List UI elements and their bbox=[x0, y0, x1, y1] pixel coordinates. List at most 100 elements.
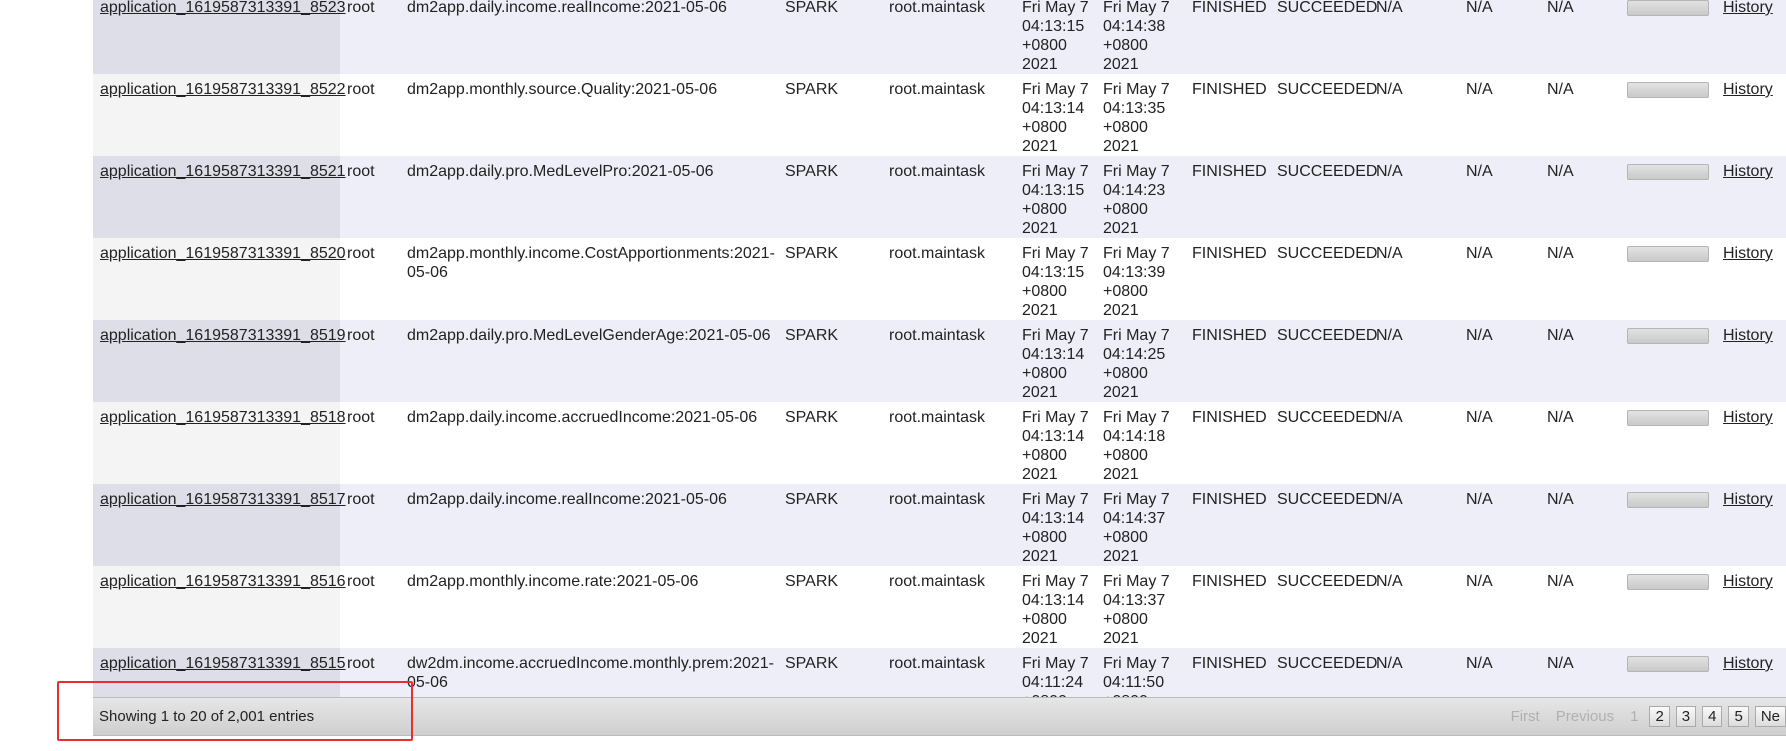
progress-bar bbox=[1627, 164, 1709, 180]
tracking-cell: History bbox=[1716, 484, 1786, 566]
na-cell: N/A bbox=[1459, 74, 1540, 156]
history-link[interactable]: History bbox=[1723, 655, 1773, 672]
progress-cell bbox=[1620, 320, 1716, 402]
time-line: 2021 bbox=[1022, 302, 1058, 319]
app-id-link[interactable]: application_1619587313391_8515 bbox=[100, 655, 346, 672]
user-cell: root bbox=[340, 0, 400, 74]
finish-time-cell: Fri May 7 04:13:39 +0800 2021 bbox=[1096, 238, 1185, 320]
state-cell: FINISHED bbox=[1185, 566, 1270, 648]
history-link[interactable]: History bbox=[1723, 81, 1773, 98]
na-cell: N/A bbox=[1369, 74, 1459, 156]
user-cell: root bbox=[340, 566, 400, 648]
time-line: 04:13:14 bbox=[1022, 100, 1085, 117]
app-type-cell: SPARK bbox=[778, 0, 882, 74]
history-link[interactable]: History bbox=[1723, 327, 1773, 344]
history-link[interactable]: History bbox=[1723, 163, 1773, 180]
history-link[interactable]: History bbox=[1723, 409, 1773, 426]
pager-page-4[interactable]: 4 bbox=[1702, 706, 1723, 727]
app-id-link[interactable]: application_1619587313391_8517 bbox=[100, 491, 346, 508]
time-line: 04:14:38 bbox=[1103, 18, 1166, 35]
pager-page-3[interactable]: 3 bbox=[1675, 706, 1697, 727]
progress-bar bbox=[1627, 328, 1709, 344]
user-cell: root bbox=[340, 238, 400, 320]
time-line: Fri May 7 bbox=[1103, 573, 1170, 590]
annotation-highlight-box bbox=[57, 681, 413, 741]
history-link[interactable]: History bbox=[1723, 245, 1773, 262]
history-link[interactable]: History bbox=[1723, 491, 1773, 508]
progress-cell bbox=[1620, 484, 1716, 566]
progress-cell bbox=[1620, 74, 1716, 156]
progress-bar bbox=[1627, 656, 1709, 672]
time-line: +0800 bbox=[1022, 37, 1067, 54]
time-line: 04:13:15 bbox=[1022, 182, 1085, 199]
table-row: application_1619587313391_8516 root dm2app… bbox=[93, 566, 1786, 648]
app-name-cell: dm2app.daily.income.realIncome:2021-05-0… bbox=[400, 0, 778, 74]
na-cell: N/A bbox=[1540, 484, 1620, 566]
start-time-cell: Fri May 7 04:13:15 +0800 2021 bbox=[1015, 238, 1096, 320]
final-status-cell: SUCCEEDED bbox=[1270, 74, 1377, 156]
state-cell: FINISHED bbox=[1185, 320, 1270, 402]
time-line: Fri May 7 bbox=[1103, 491, 1170, 508]
na-cell: N/A bbox=[1369, 0, 1459, 74]
app-id-link[interactable]: application_1619587313391_8522 bbox=[100, 81, 346, 98]
final-status-cell: SUCCEEDED bbox=[1270, 566, 1377, 648]
history-link[interactable]: History bbox=[1723, 0, 1773, 16]
app-type-cell: SPARK bbox=[778, 156, 882, 238]
tracking-cell: History bbox=[1716, 0, 1786, 74]
app-id-cell: application_1619587313391_8516 bbox=[93, 566, 346, 648]
pager-next-button[interactable]: Ne bbox=[1754, 706, 1786, 727]
na-cell: N/A bbox=[1540, 402, 1620, 484]
app-id-link[interactable]: application_1619587313391_8518 bbox=[100, 409, 346, 426]
time-line: Fri May 7 bbox=[1022, 409, 1089, 426]
pagination: First Previous 1 2 3 4 5 Ne bbox=[1506, 706, 1786, 727]
app-type-cell: SPARK bbox=[778, 238, 882, 320]
time-line: Fri May 7 bbox=[1103, 81, 1170, 98]
table-row: application_1619587313391_8521 root dm2app… bbox=[93, 156, 1786, 238]
time-line: 04:13:35 bbox=[1103, 100, 1166, 117]
history-link[interactable]: History bbox=[1723, 573, 1773, 590]
pager-page-5[interactable]: 5 bbox=[1728, 706, 1749, 727]
start-time-cell: Fri May 7 04:13:14 +0800 2021 bbox=[1015, 74, 1096, 156]
time-line: +0800 bbox=[1103, 283, 1148, 300]
time-line: Fri May 7 bbox=[1022, 573, 1089, 590]
time-line: +0800 bbox=[1022, 611, 1067, 628]
progress-bar bbox=[1627, 246, 1709, 262]
progress-bar bbox=[1627, 492, 1709, 508]
app-id-link[interactable]: application_1619587313391_8523 bbox=[100, 0, 346, 16]
pager-page-2[interactable]: 2 bbox=[1649, 706, 1670, 727]
final-status-cell: SUCCEEDED bbox=[1270, 238, 1377, 320]
pager-page-1[interactable]: 1 bbox=[1625, 707, 1643, 726]
table-row: application_1619587313391_8518 root dm2app… bbox=[93, 402, 1786, 484]
finish-time-cell: Fri May 7 04:14:37 +0800 2021 bbox=[1096, 484, 1185, 566]
na-cell: N/A bbox=[1540, 320, 1620, 402]
progress-cell bbox=[1620, 0, 1716, 74]
app-type-cell: SPARK bbox=[778, 566, 882, 648]
time-line: +0800 bbox=[1022, 283, 1067, 300]
pager-previous-button[interactable]: Previous bbox=[1551, 707, 1619, 726]
time-line: 04:14:23 bbox=[1103, 182, 1166, 199]
table-row: application_1619587313391_8522 root dm2app… bbox=[93, 74, 1786, 156]
time-line: 2021 bbox=[1022, 220, 1058, 237]
final-status-cell: SUCCEEDED bbox=[1270, 402, 1377, 484]
app-id-link[interactable]: application_1619587313391_8521 bbox=[100, 163, 346, 180]
table-row: application_1619587313391_8519 root dm2app… bbox=[93, 320, 1786, 402]
time-line: 2021 bbox=[1022, 630, 1058, 647]
na-cell: N/A bbox=[1369, 320, 1459, 402]
time-line: +0800 bbox=[1022, 119, 1067, 136]
app-id-link[interactable]: application_1619587313391_8516 bbox=[100, 573, 346, 590]
time-line: +0800 bbox=[1022, 365, 1067, 382]
app-type-cell: SPARK bbox=[778, 320, 882, 402]
start-time-cell: Fri May 7 04:13:14 +0800 2021 bbox=[1015, 402, 1096, 484]
pager-first-button[interactable]: First bbox=[1506, 707, 1545, 726]
time-line: Fri May 7 bbox=[1022, 327, 1089, 344]
app-id-link[interactable]: application_1619587313391_8519 bbox=[100, 327, 346, 344]
time-line: +0800 bbox=[1022, 447, 1067, 464]
time-line: 2021 bbox=[1103, 220, 1139, 237]
finish-time-cell: Fri May 7 04:13:37 +0800 2021 bbox=[1096, 566, 1185, 648]
time-line: 2021 bbox=[1022, 466, 1058, 483]
time-line: 04:11:50 bbox=[1103, 674, 1165, 691]
app-type-cell: SPARK bbox=[778, 484, 882, 566]
app-name-cell: dm2app.monthly.income.rate:2021-05-06 bbox=[400, 566, 778, 648]
app-id-link[interactable]: application_1619587313391_8520 bbox=[100, 245, 346, 262]
state-cell: FINISHED bbox=[1185, 402, 1270, 484]
